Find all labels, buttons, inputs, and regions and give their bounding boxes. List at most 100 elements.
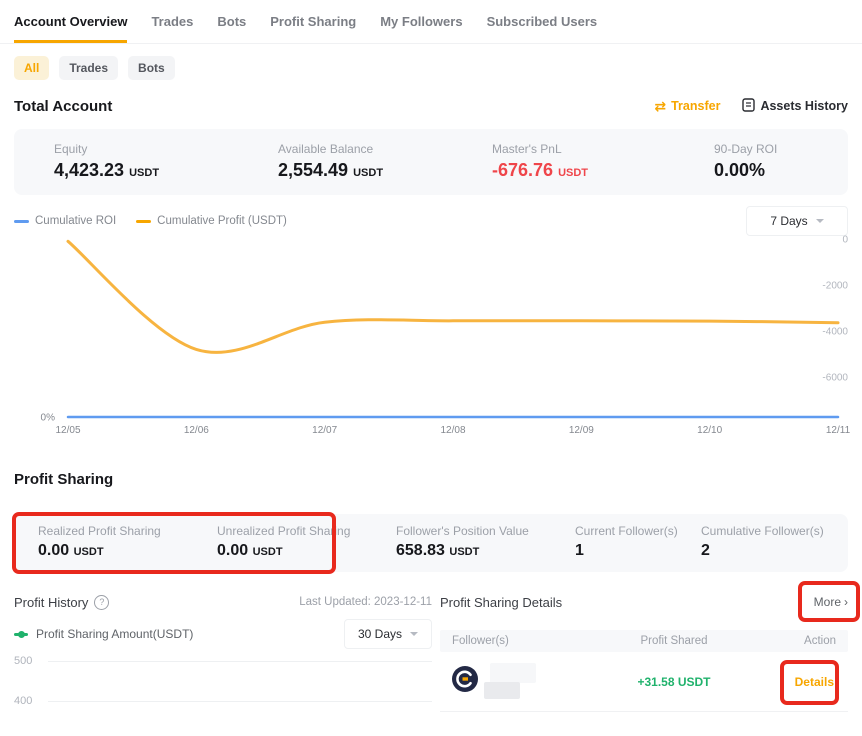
bottom-section: Profit History ? Last Updated: 2023-12-1… xyxy=(14,592,848,736)
top-tab-bar: Account Overview Trades Bots Profit Shar… xyxy=(0,0,862,44)
action-cell: Details xyxy=(758,675,848,689)
tab-account-overview[interactable]: Account Overview xyxy=(14,14,127,43)
stat-90day-roi: 90-Day ROI 0.00% xyxy=(714,142,777,181)
account-overview-page: Account Overview Trades Bots Profit Shar… xyxy=(0,0,862,736)
profit-history-panel: Profit History ? Last Updated: 2023-12-1… xyxy=(14,592,432,736)
svg-text:0%: 0% xyxy=(41,413,56,424)
stat-available-balance: Available Balance 2,554.49 USDT xyxy=(278,142,383,181)
chevron-right-icon: › xyxy=(844,595,848,609)
tab-profit-sharing[interactable]: Profit Sharing xyxy=(270,14,356,43)
ytick-500: 500 xyxy=(14,655,40,667)
stat-realized-value: 0.00 USDT xyxy=(38,542,161,560)
details-button[interactable]: Details xyxy=(795,675,834,689)
stat-available-balance-value: 2,554.49 USDT xyxy=(278,160,383,181)
stat-unrealized-value: 0.00 USDT xyxy=(217,542,350,560)
details-table-header: Follower(s) Profit Shared Action xyxy=(440,630,848,652)
legend-cumulative-profit[interactable]: Cumulative Profit (USDT) xyxy=(136,215,287,227)
svg-text:12/10: 12/10 xyxy=(697,425,722,436)
cumulative-roi-dash-icon xyxy=(14,220,29,223)
profit-shared-value: +31.58 USDT xyxy=(590,675,758,689)
stat-unrealized-label: Unrealized Profit Sharing xyxy=(217,524,350,538)
stat-current-followers-value: 1 xyxy=(575,542,678,560)
period-7days-value: 7 Days xyxy=(770,214,807,228)
more-link[interactable]: More › xyxy=(814,595,848,609)
profit-history-gridlines: 500 400 300 xyxy=(14,648,432,736)
stat-cumulative-followers-value: 2 xyxy=(701,542,824,560)
assets-history-link[interactable]: Assets History xyxy=(742,98,848,115)
green-line-marker-icon xyxy=(14,633,28,636)
profit-history-title-wrap: Profit History ? xyxy=(14,595,109,610)
col-profit-shared: Profit Shared xyxy=(590,635,758,647)
profit-history-header: Profit History ? Last Updated: 2023-12-1… xyxy=(14,592,432,612)
profit-sharing-title: Profit Sharing xyxy=(14,471,113,488)
gridline-500: 500 xyxy=(14,655,432,667)
assets-history-label: Assets History xyxy=(760,99,848,113)
table-row: +31.58 USDT Details xyxy=(440,652,848,712)
follower-cell xyxy=(440,663,590,701)
period-select-30days[interactable]: 30 Days xyxy=(344,619,432,649)
transfer-link[interactable]: ⇄ Transfer xyxy=(654,99,720,113)
assets-history-icon xyxy=(742,98,755,115)
legend-profit-sharing-amount[interactable]: Profit Sharing Amount(USDT) xyxy=(14,627,193,641)
svg-text:-6000: -6000 xyxy=(822,372,848,383)
col-followers: Follower(s) xyxy=(440,635,590,647)
stat-equity-value: 4,423.23 USDT xyxy=(54,160,159,181)
tab-my-followers[interactable]: My Followers xyxy=(380,14,462,43)
tab-trades[interactable]: Trades xyxy=(151,14,193,43)
details-label: Details xyxy=(795,675,834,689)
total-account-title: Total Account xyxy=(14,98,112,115)
total-account-header: Total Account ⇄ Transfer Assets History xyxy=(14,96,848,116)
roi-chart-legends: Cumulative ROI Cumulative Profit (USDT) xyxy=(14,215,287,227)
period-select-7days[interactable]: 7 Days xyxy=(746,206,848,236)
total-account-stats-panel: Equity 4,423.23 USDT Available Balance 2… xyxy=(14,129,848,195)
stat-90day-roi-label: 90-Day ROI xyxy=(714,142,777,156)
stat-position-label: Follower's Position Value xyxy=(396,524,529,538)
chevron-down-icon xyxy=(816,219,824,223)
legend-cumulative-roi-label: Cumulative ROI xyxy=(35,215,116,227)
svg-text:-2000: -2000 xyxy=(822,280,848,291)
tab-bots[interactable]: Bots xyxy=(217,14,246,43)
stat-realized-profit-sharing: Realized Profit Sharing 0.00 USDT xyxy=(38,524,161,560)
svg-text:0: 0 xyxy=(842,234,848,245)
stat-cumulative-followers: Cumulative Follower(s) 2 xyxy=(701,524,824,560)
stat-current-followers: Current Follower(s) 1 xyxy=(575,524,678,560)
svg-text:12/06: 12/06 xyxy=(184,425,209,436)
help-icon[interactable]: ? xyxy=(94,595,109,610)
stat-cumulative-followers-label: Cumulative Follower(s) xyxy=(701,524,824,538)
tab-subscribed-users[interactable]: Subscribed Users xyxy=(487,14,598,43)
profit-history-title: Profit History xyxy=(14,595,88,610)
svg-text:12/07: 12/07 xyxy=(312,425,337,436)
stat-masters-pnl-label: Master's PnL xyxy=(492,142,588,156)
svg-text:12/11: 12/11 xyxy=(826,425,851,436)
total-account-actions: ⇄ Transfer Assets History xyxy=(654,98,848,115)
svg-text:12/08: 12/08 xyxy=(440,425,465,436)
filter-bots[interactable]: Bots xyxy=(128,56,175,80)
stat-available-balance-label: Available Balance xyxy=(278,142,383,156)
chevron-down-icon xyxy=(410,632,418,636)
roi-profit-chart: 0 -2000 -4000 -6000 0%12/05 12/06 12/07 12/08 12… xyxy=(14,227,848,439)
legend-cumulative-roi[interactable]: Cumulative ROI xyxy=(14,215,116,227)
col-action: Action xyxy=(758,635,848,647)
svg-text:-4000: -4000 xyxy=(822,326,848,337)
stat-equity-label: Equity xyxy=(54,142,159,156)
profit-sharing-header: Profit Sharing xyxy=(14,469,848,489)
profit-sharing-details-panel: Profit Sharing Details More › Follower(s… xyxy=(440,592,848,736)
profit-sharing-details-header: Profit Sharing Details More › xyxy=(440,592,848,612)
cumulative-profit-dash-icon xyxy=(136,220,151,223)
svg-text:12/05: 12/05 xyxy=(55,425,80,436)
filter-trades[interactable]: Trades xyxy=(59,56,118,80)
legend-profit-sharing-amount-label: Profit Sharing Amount(USDT) xyxy=(36,627,193,641)
filter-pills: All Trades Bots xyxy=(14,56,848,80)
filter-all[interactable]: All xyxy=(14,56,49,80)
last-updated-text: Last Updated: 2023-12-11 xyxy=(299,596,432,608)
follower-avatar xyxy=(452,666,478,697)
stat-position-value: 658.83 USDT xyxy=(396,542,529,560)
follower-name-redacted xyxy=(484,663,536,701)
svg-text:12/09: 12/09 xyxy=(569,425,594,436)
gridline-400: 400 xyxy=(14,695,432,707)
stat-masters-pnl-value: -676.76 USDT xyxy=(492,160,588,181)
stat-unrealized-profit-sharing: Unrealized Profit Sharing 0.00 USDT xyxy=(217,524,350,560)
stat-90day-roi-value: 0.00% xyxy=(714,160,777,181)
stat-follower-position-value: Follower's Position Value 658.83 USDT xyxy=(396,524,529,560)
stat-realized-label: Realized Profit Sharing xyxy=(38,524,161,538)
